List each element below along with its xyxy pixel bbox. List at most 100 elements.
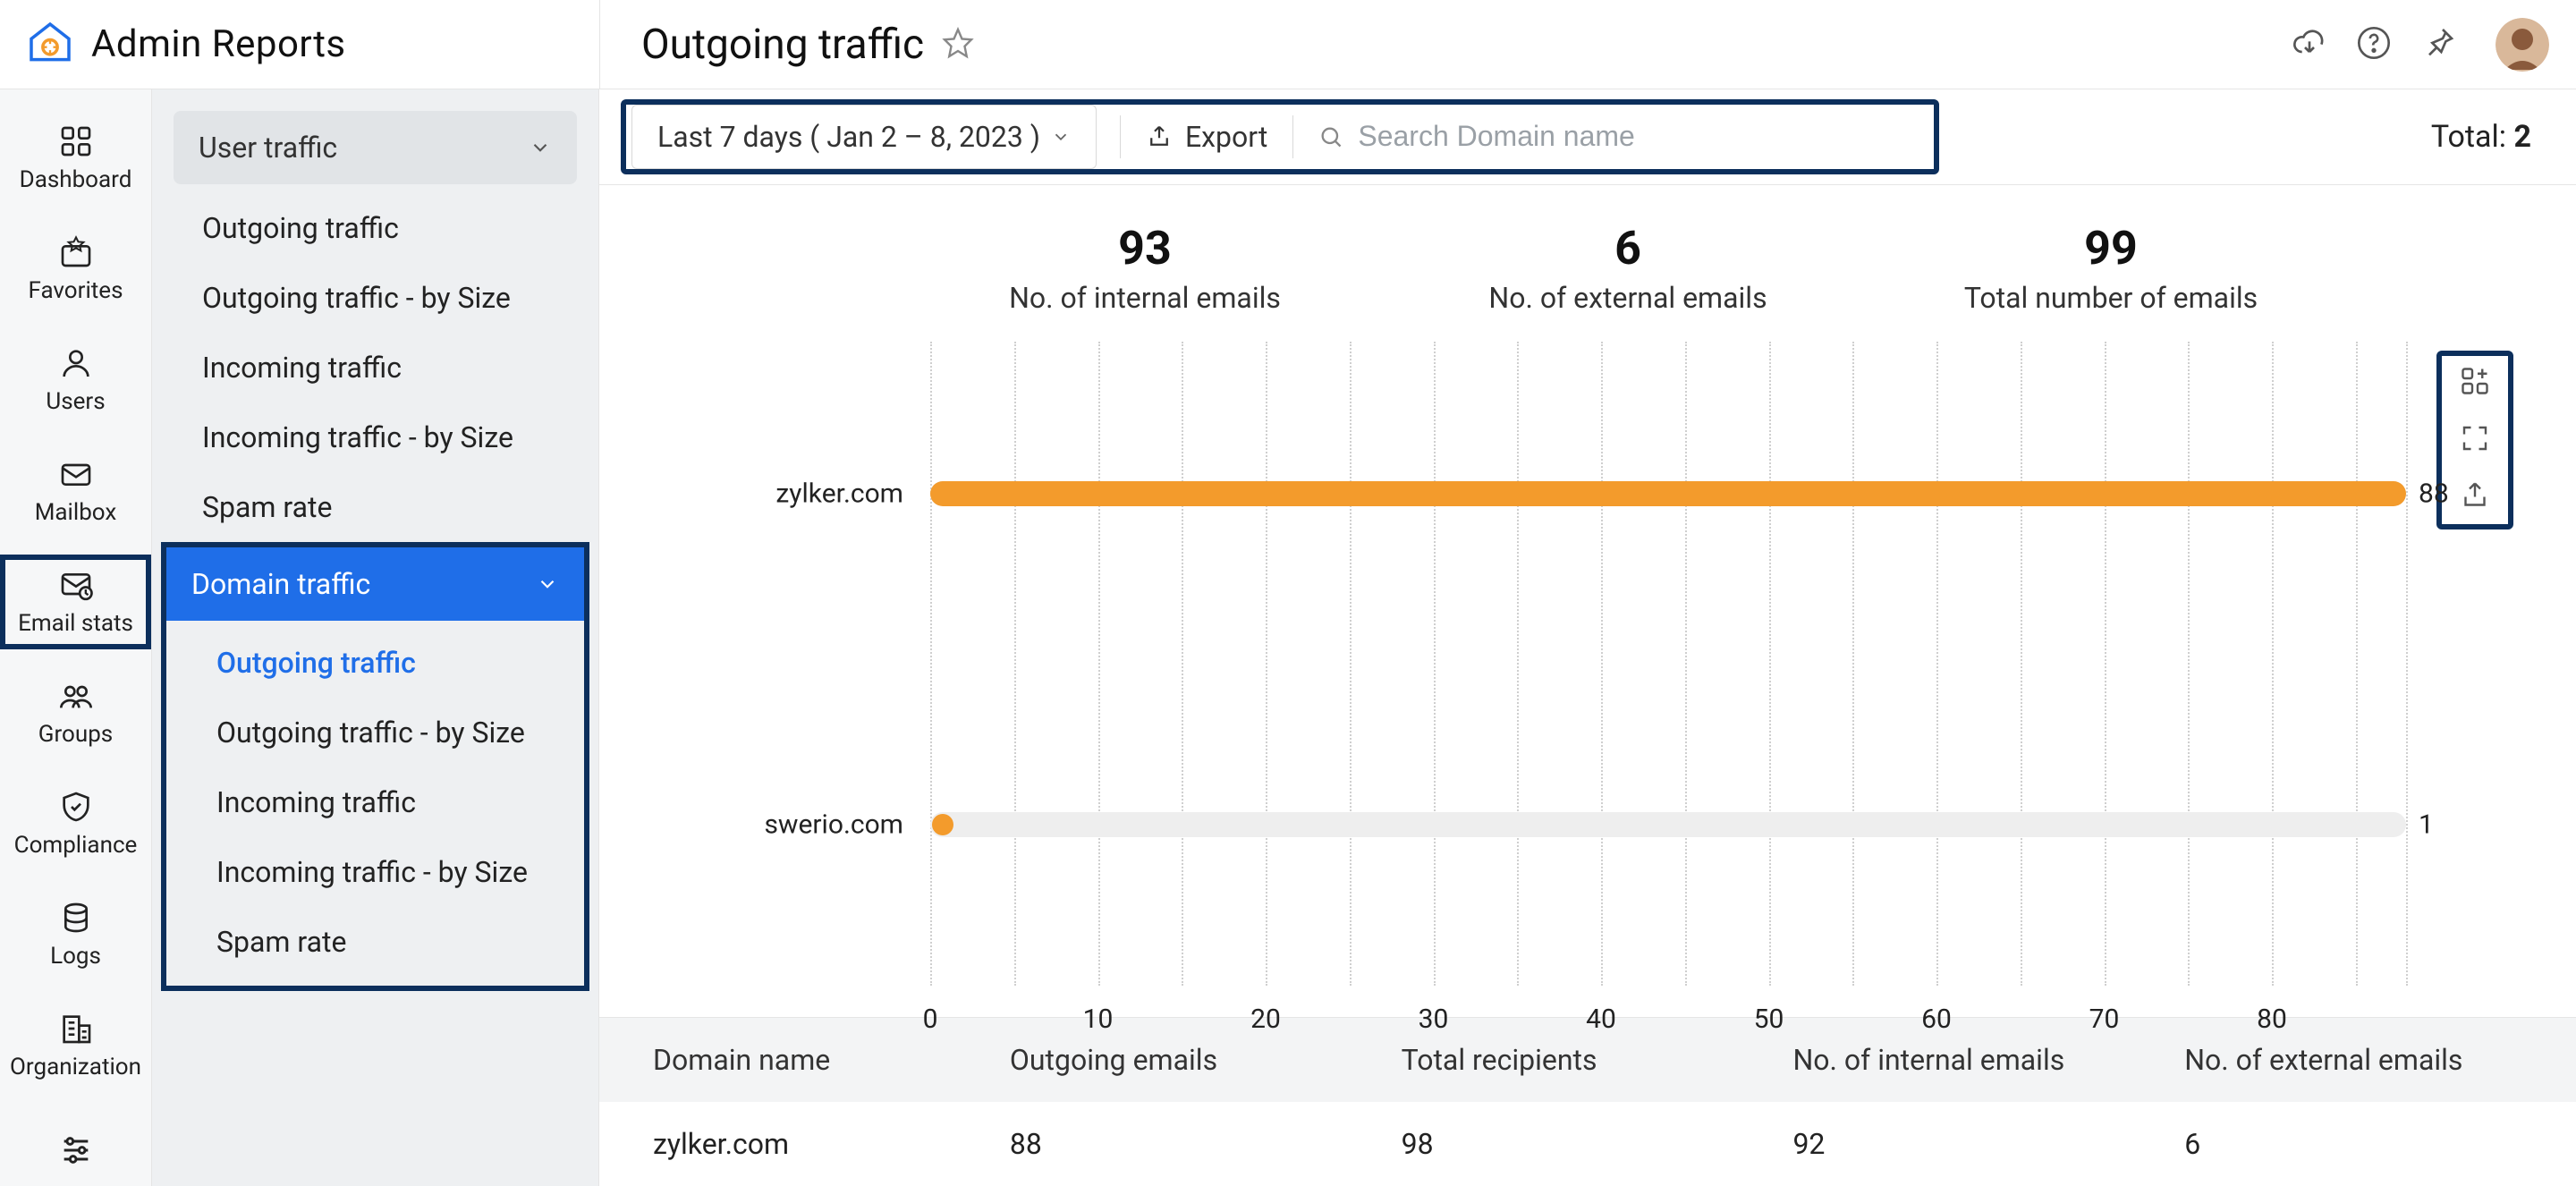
nav-organization[interactable]: Organization <box>0 998 151 1093</box>
sidebar-item-dt-outgoing[interactable]: Outgoing traffic <box>166 628 584 698</box>
stat-label: Total number of emails <box>1869 281 2352 315</box>
chart-y-label: swerio.com <box>764 809 903 840</box>
chart-x-tick: 30 <box>1419 1004 1449 1035</box>
nav-label: Organization <box>10 1054 141 1080</box>
help-icon[interactable] <box>2356 25 2392 64</box>
table-cell: 6 <box>2184 1127 2576 1161</box>
nav-label: Logs <box>50 943 101 970</box>
chevron-down-icon <box>529 136 552 159</box>
grid-line <box>1350 342 1352 986</box>
chart-x-tick: 0 <box>923 1004 938 1035</box>
nav-email-stats[interactable]: Email stats <box>0 555 151 649</box>
chart-x-tick: 50 <box>1754 1004 1784 1035</box>
table-row[interactable]: zylker.com 88 98 92 6 <box>599 1102 2576 1186</box>
favorite-star-icon[interactable] <box>942 27 974 63</box>
stat-value: 99 <box>1869 221 2352 275</box>
share-icon[interactable] <box>2459 479 2491 515</box>
nav-users[interactable]: Users <box>0 333 151 428</box>
page-title: Outgoing traffic <box>641 21 924 69</box>
table-col-header: Total recipients <box>1402 1043 1793 1077</box>
sidebar-group-label: Domain traffic <box>191 567 370 601</box>
grid-line <box>2188 342 2190 986</box>
toolbar-highlight-box: Last 7 days ( Jan 2 – 8, 2023 ) Export <box>621 99 1939 174</box>
stat-value: 6 <box>1386 221 1869 275</box>
nav-label: Groups <box>38 721 113 748</box>
sidebar-item-ut-incoming-size[interactable]: Incoming traffic - by Size <box>152 402 598 472</box>
nav-dashboard[interactable]: Dashboard <box>0 111 151 206</box>
table-col-header: No. of internal emails <box>1792 1043 2184 1077</box>
table-col-header: Domain name <box>653 1043 1010 1077</box>
separator <box>1292 115 1293 158</box>
nav-label: Compliance <box>14 832 138 859</box>
grid-line <box>2021 342 2022 986</box>
date-range-button[interactable]: Last 7 days ( Jan 2 – 8, 2023 ) <box>631 105 1097 169</box>
grid-line <box>1014 342 1016 986</box>
date-range-label: Last 7 days ( Jan 2 – 8, 2023 ) <box>657 120 1040 154</box>
widget-add-icon[interactable] <box>2459 365 2491 401</box>
grid-line <box>1601 342 1603 986</box>
sidebar-group-domain-traffic[interactable]: Domain traffic <box>166 547 584 621</box>
export-icon <box>1146 123 1173 150</box>
table-col-header: No. of external emails <box>2184 1043 2576 1077</box>
pin-icon[interactable] <box>2420 25 2456 64</box>
chart-x-tick: 70 <box>2089 1004 2120 1035</box>
sidebar-item-ut-outgoing-size[interactable]: Outgoing traffic - by Size <box>152 263 598 333</box>
sidebar-group-user-traffic[interactable]: User traffic <box>174 111 577 184</box>
sidebar-item-ut-outgoing[interactable]: Outgoing traffic <box>152 193 598 263</box>
user-avatar[interactable] <box>2496 18 2549 72</box>
stat-label: No. of internal emails <box>903 281 1386 315</box>
nav-logs[interactable]: Logs <box>0 887 151 982</box>
sidebar-item-dt-spam[interactable]: Spam rate <box>166 907 584 977</box>
nav-rail: Dashboard Favorites Users Mailbox Email … <box>0 89 152 1186</box>
sidebar-item-ut-incoming[interactable]: Incoming traffic <box>152 333 598 402</box>
chart-y-label: zylker.com <box>775 478 903 509</box>
total-value: 2 <box>2513 119 2531 155</box>
chevron-down-icon <box>536 572 559 596</box>
chart-x-tick: 10 <box>1083 1004 1114 1035</box>
nav-label: Favorites <box>29 277 123 304</box>
table-col-header: Outgoing emails <box>1010 1043 1402 1077</box>
sidebar: User traffic Outgoing traffic Outgoing t… <box>152 89 599 1186</box>
stat-label: No. of external emails <box>1386 281 1869 315</box>
grid-line <box>1769 342 1771 986</box>
app-title: Admin Reports <box>91 22 346 66</box>
table-cell: 98 <box>1402 1127 1793 1161</box>
search-icon <box>1318 123 1343 150</box>
sidebar-item-dt-incoming[interactable]: Incoming traffic <box>166 767 584 837</box>
app-logo-icon <box>25 18 75 72</box>
export-button[interactable]: Export <box>1135 120 1278 154</box>
sidebar-item-dt-outgoing-size[interactable]: Outgoing traffic - by Size <box>166 698 584 767</box>
nav-groups[interactable]: Groups <box>0 665 151 760</box>
stat-external: 6 No. of external emails <box>1386 221 1869 315</box>
nav-favorites[interactable]: Favorites <box>0 222 151 317</box>
stat-value: 93 <box>903 221 1386 275</box>
expand-icon[interactable] <box>2459 422 2491 458</box>
download-cloud-icon[interactable] <box>2292 25 2327 64</box>
nav-compliance[interactable]: Compliance <box>0 776 151 871</box>
stat-internal: 93 No. of internal emails <box>903 221 1386 315</box>
table-cell: 92 <box>1792 1127 2184 1161</box>
settings-sliders-icon[interactable] <box>0 1132 151 1168</box>
chevron-down-icon <box>1051 127 1071 147</box>
summary-stats: 93 No. of internal emails 6 No. of exter… <box>599 185 2576 324</box>
nav-label: Mailbox <box>35 499 117 526</box>
grid-line <box>1098 342 1100 986</box>
total-label: Total: <box>2431 119 2506 155</box>
nav-mailbox[interactable]: Mailbox <box>0 444 151 538</box>
grid-line <box>1685 342 1687 986</box>
sidebar-item-dt-incoming-size[interactable]: Incoming traffic - by Size <box>166 837 584 907</box>
export-label: Export <box>1185 120 1267 154</box>
domain-traffic-chart: zylker.comswerio.com 881 010203040506070… <box>644 342 2531 999</box>
total-count: Total: 2 <box>2431 119 2531 155</box>
grid-line <box>930 342 932 986</box>
grid-line <box>1266 342 1267 986</box>
search-domain-input[interactable] <box>1358 120 1916 153</box>
domain-table: Domain name Outgoing emails Total recipi… <box>599 1017 2576 1186</box>
chart-x-tick: 60 <box>1921 1004 1952 1035</box>
nav-label: Dashboard <box>20 166 132 193</box>
grid-line <box>2406 342 2408 986</box>
table-cell: 88 <box>1010 1127 1402 1161</box>
grid-line <box>1517 342 1519 986</box>
sidebar-item-ut-spam[interactable]: Spam rate <box>152 472 598 542</box>
nav-label: Users <box>46 388 105 415</box>
